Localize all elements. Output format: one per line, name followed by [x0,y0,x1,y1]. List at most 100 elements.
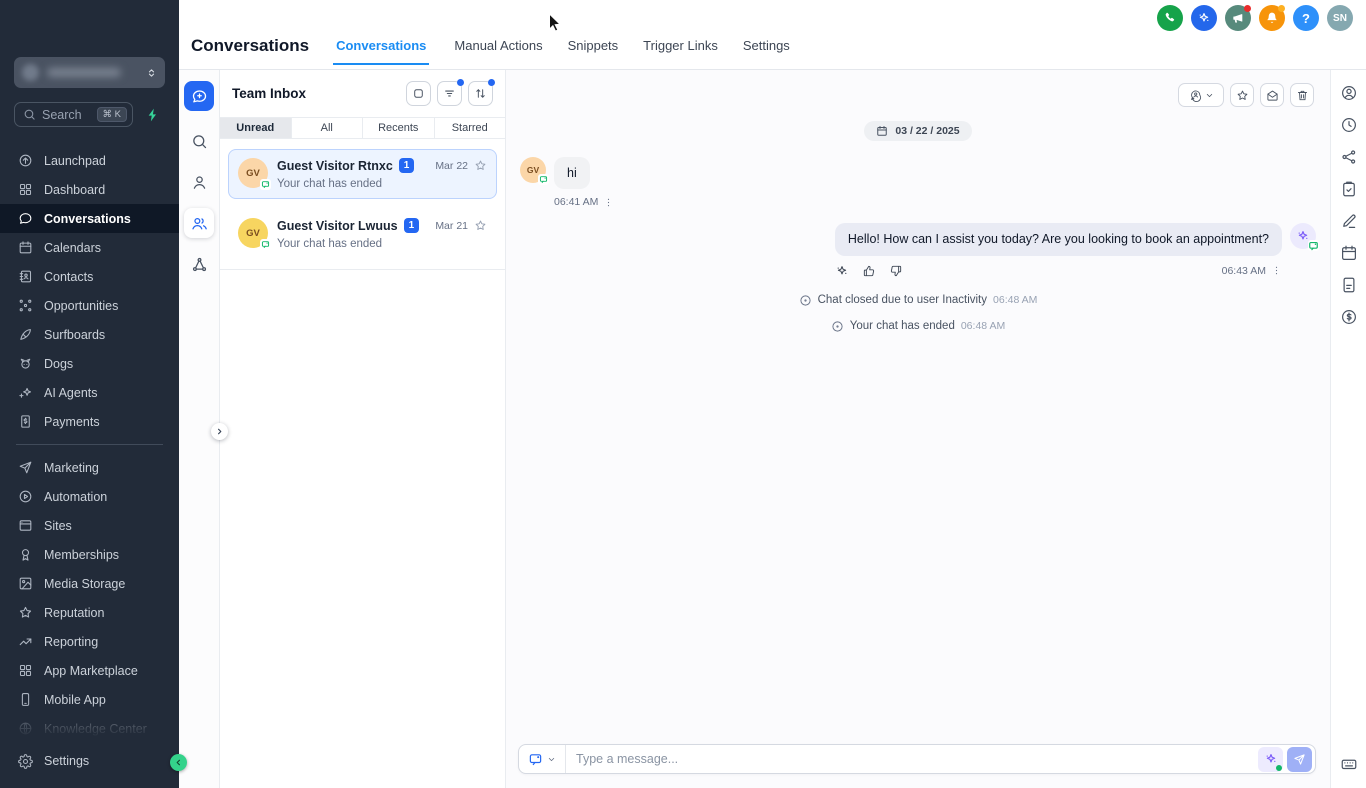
conversation-list-item[interactable]: GV Guest Visitor Rtnxc 1 Mar 22 Your cha… [228,149,497,199]
assign-agent-dropdown[interactable] [1178,83,1224,107]
channel-selector-dropdown[interactable] [519,745,566,773]
system-event: Your chat has ended 06:48 AM [520,320,1316,333]
filter-button[interactable] [437,79,464,106]
gear-icon [17,753,33,769]
filter-tab-unread[interactable]: Unread [220,118,292,138]
sidebar-item-conversations[interactable]: Conversations [0,204,179,233]
mark-unread-button[interactable] [1260,83,1284,107]
tab-manual-actions[interactable]: Manual Actions [454,38,542,69]
sidebar-item-marketing[interactable]: Marketing [0,453,179,482]
star-icon[interactable] [474,219,487,232]
message-options-button[interactable] [603,197,614,208]
sidebar-item-memberships[interactable]: Memberships [0,540,179,569]
sidebar-item-sites[interactable]: Sites [0,511,179,540]
search-icon [192,134,206,148]
sidebar-item-media-storage[interactable]: Media Storage [0,569,179,598]
sidebar-item-calendars[interactable]: Calendars [0,233,179,262]
avatar: GV [238,218,271,250]
filter-tab-all[interactable]: All [292,118,363,138]
filter-tab-starred[interactable]: Starred [435,118,506,138]
message-input[interactable] [566,752,1258,766]
thumbs-up-button[interactable] [862,264,876,278]
sidebar-item-mobile-app[interactable]: Mobile App [0,685,179,714]
sidebar-item-payments[interactable]: Payments [0,407,179,436]
unread-count-badge: 1 [398,158,415,173]
filter-tab-recents[interactable]: Recents [363,118,435,138]
new-conversation-button[interactable] [184,81,214,111]
notes-button[interactable] [1340,212,1358,230]
payments-icon [17,414,33,430]
account-switcher[interactable] [14,57,165,88]
announcements-button[interactable] [1225,5,1251,31]
conversation-date: Mar 22 [435,159,468,172]
star-icon[interactable] [474,159,487,172]
bot-conversations-button[interactable] [184,249,214,279]
sidebar-item-dogs[interactable]: Dogs [0,349,179,378]
expand-panel-button[interactable] [211,423,228,440]
sort-button[interactable] [468,79,495,106]
sidebar-search-input[interactable]: Search ⌘ K [14,102,133,127]
chat-toolbar [506,70,1330,107]
conversation-list-item[interactable]: GV Guest Visitor Lwuus 1 Mar 21 Your cha… [228,209,497,259]
surfboard-icon [17,327,33,343]
medal-icon [17,547,33,563]
person-circle-icon [1341,86,1356,100]
sidebar-item-opportunities[interactable]: Opportunities [0,291,179,320]
sidebar-item-label: Settings [44,754,90,768]
notifications-button[interactable] [1259,5,1285,31]
sidebar-item-reporting[interactable]: Reporting [0,627,179,656]
documents-button[interactable] [1340,276,1358,294]
calendar-icon [877,126,888,136]
my-inbox-button[interactable] [184,167,214,197]
tab-settings[interactable]: Settings [743,38,790,69]
sidebar-item-app-marketplace[interactable]: App Marketplace [0,656,179,685]
tab-trigger-links[interactable]: Trigger Links [643,38,718,69]
checkbox-icon [414,89,423,98]
message-bubble: hi [554,157,590,190]
tab-conversations[interactable]: Conversations [333,38,430,65]
system-event-time: 06:48 AM [960,320,1006,332]
sidebar-item-automation[interactable]: Automation [0,482,179,511]
phone-button[interactable] [1157,5,1183,31]
sidebar-item-launchpad[interactable]: Launchpad [0,146,179,175]
appointments-button[interactable] [1340,244,1358,262]
message-options-button[interactable] [1271,265,1282,276]
ai-assistant-button[interactable] [1191,5,1217,31]
activity-history-button[interactable] [1340,116,1358,134]
info-circle-icon [832,320,843,332]
tab-snippets[interactable]: Snippets [568,38,619,69]
quick-actions-button[interactable] [141,103,165,127]
contact-details-button[interactable] [1340,84,1358,102]
help-button[interactable]: ? [1293,5,1319,31]
ai-generated-icon [835,264,849,278]
sidebar-item-settings[interactable]: Settings [0,746,179,776]
sidebar-item-knowledge-center[interactable]: Knowledge Center [0,714,179,742]
select-all-button[interactable] [406,81,431,106]
sidebar-collapse-button[interactable] [170,754,187,771]
star-icon [1237,90,1247,100]
sidebar-item-dashboard[interactable]: Dashboard [0,175,179,204]
thumbs-down-button[interactable] [889,264,903,278]
avatar: GV [238,158,271,190]
sidebar-item-ai-agents[interactable]: AI Agents [0,378,179,407]
payments-button[interactable] [1340,308,1358,326]
sidebar-item-label: Contacts [44,269,94,284]
ai-compose-button[interactable] [1258,746,1283,772]
address-book-icon [17,269,33,285]
sidebar-item-label: Calendars [44,240,101,255]
send-button[interactable] [1287,746,1312,772]
tasks-button[interactable] [1340,180,1358,198]
user-avatar[interactable]: SN [1327,5,1353,31]
share-nodes-icon [1341,150,1355,164]
associations-button[interactable] [1340,148,1358,166]
keyboard-shortcuts-button[interactable] [1340,755,1358,773]
conversation-search-button[interactable] [184,126,214,156]
team-inbox-button[interactable] [184,208,214,238]
delete-conversation-button[interactable] [1290,83,1314,107]
star-conversation-button[interactable] [1230,83,1254,107]
sidebar-item-contacts[interactable]: Contacts [0,262,179,291]
account-logo-blurred [22,64,39,81]
conversation-list-panel: Team Inbox Unread All Recents Starred GV… [220,70,506,788]
sidebar-item-reputation[interactable]: Reputation [0,598,179,627]
sidebar-item-surfboards[interactable]: Surfboards [0,320,179,349]
